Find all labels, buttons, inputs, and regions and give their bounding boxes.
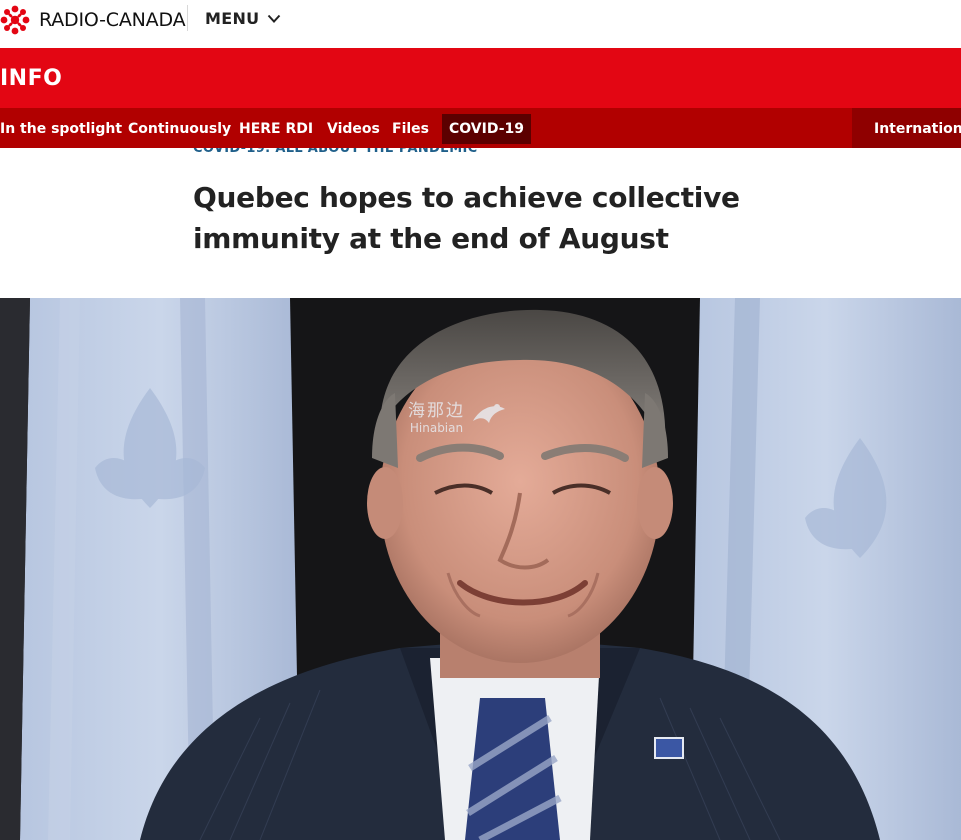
chevron-down-icon (268, 14, 281, 23)
brand-name: RADIO-CANADA (39, 9, 186, 31)
nav-item-files[interactable]: Files (392, 108, 429, 148)
radio-canada-logo[interactable]: RADIO-CANADA (0, 5, 186, 35)
nav-item-covid19[interactable]: COVID-19 (442, 114, 532, 144)
section-nav: In the spotlight Continuously HERE RDI V… (0, 108, 961, 148)
article-headline: Quebec hopes to achieve collective immun… (193, 181, 740, 255)
section-title[interactable]: INFO (0, 66, 62, 91)
watermark-cn: 海那边 (408, 401, 465, 421)
nav-item-videos[interactable]: Videos (327, 108, 380, 148)
hero-illustration (0, 298, 961, 840)
menu-button[interactable]: MENU (205, 9, 281, 28)
menu-label: MENU (205, 9, 260, 28)
nav-item-here-rdi[interactable]: HERE RDI (239, 108, 313, 148)
watermark-bird-icon (473, 403, 505, 423)
watermark: 海那边 Hinabian (408, 396, 509, 435)
radio-canada-gem-icon (0, 5, 30, 35)
nav-overflow-area: International (852, 108, 961, 148)
header-divider (187, 5, 188, 31)
nav-item-continuously[interactable]: Continuously (128, 108, 231, 148)
kicker-wrapper: COVID-19: ALL ABOUT THE PANDEMIC (193, 148, 793, 157)
top-bar: RADIO-CANADA MENU (0, 0, 961, 48)
article-kicker[interactable]: COVID-19: ALL ABOUT THE PANDEMIC (193, 148, 478, 156)
hero-photo: 海那边 Hinabian (0, 298, 961, 840)
watermark-en: Hinabian (409, 421, 464, 435)
nav-item-international[interactable]: International (874, 108, 961, 148)
section-banner: INFO (0, 48, 961, 108)
nav-item-spotlight[interactable]: In the spotlight (0, 108, 122, 148)
